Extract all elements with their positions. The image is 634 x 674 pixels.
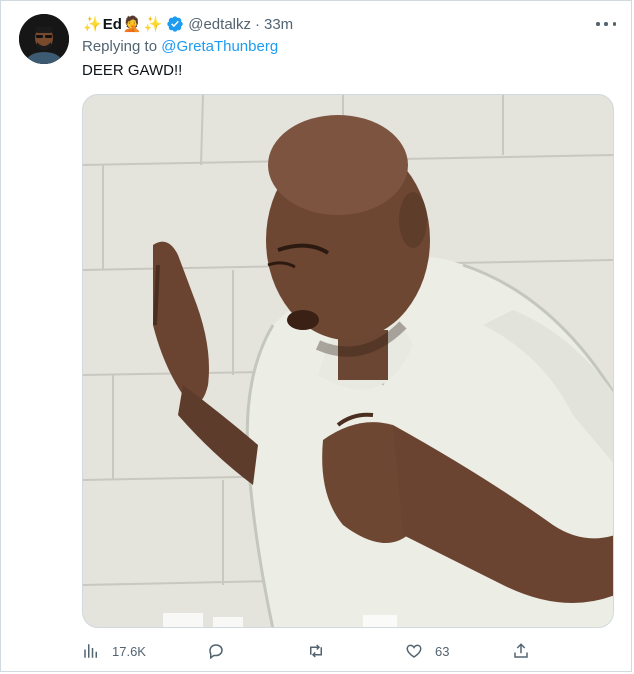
sparkles-emoji: ✨ — [83, 16, 102, 33]
share-button[interactable] — [512, 640, 542, 662]
user-handle[interactable]: @edtalkz — [188, 16, 251, 33]
views-analytics-icon — [84, 644, 97, 658]
tweet-actions: 17.6K 63 — [82, 640, 532, 662]
replying-prefix: Replying to — [82, 38, 158, 55]
like-count: 63 — [435, 643, 450, 659]
like-button[interactable]: 63 — [405, 640, 449, 662]
tweet-image[interactable] — [82, 94, 614, 628]
replying-to: Replying to @GretaThunberg — [82, 38, 278, 55]
sparkles-emoji: ✨ — [143, 16, 163, 33]
replying-to-link[interactable]: @GretaThunberg — [161, 38, 278, 55]
retweet-button[interactable] — [307, 640, 337, 662]
views-button[interactable]: 17.6K — [82, 640, 146, 662]
display-name[interactable]: Ed — [103, 16, 122, 33]
retweet-icon — [310, 644, 322, 658]
separator-dot: · — [255, 15, 260, 33]
more-options-icon[interactable] — [596, 16, 616, 32]
verified-badge-icon — [166, 15, 184, 33]
tweet-header: ✨ Ed 🤦 ✨ @edtalkz · 33m — [82, 14, 293, 34]
facepalm-emoji: 🤦 — [122, 16, 142, 33]
reply-icon — [209, 644, 223, 660]
reply-button[interactable] — [207, 640, 237, 662]
timestamp[interactable]: 33m — [264, 16, 293, 33]
share-icon — [514, 643, 528, 658]
like-icon — [406, 644, 422, 658]
views-count: 17.6K — [112, 643, 146, 659]
tweet-text: DEER GAWD!! — [82, 62, 183, 79]
avatar[interactable] — [19, 14, 69, 64]
